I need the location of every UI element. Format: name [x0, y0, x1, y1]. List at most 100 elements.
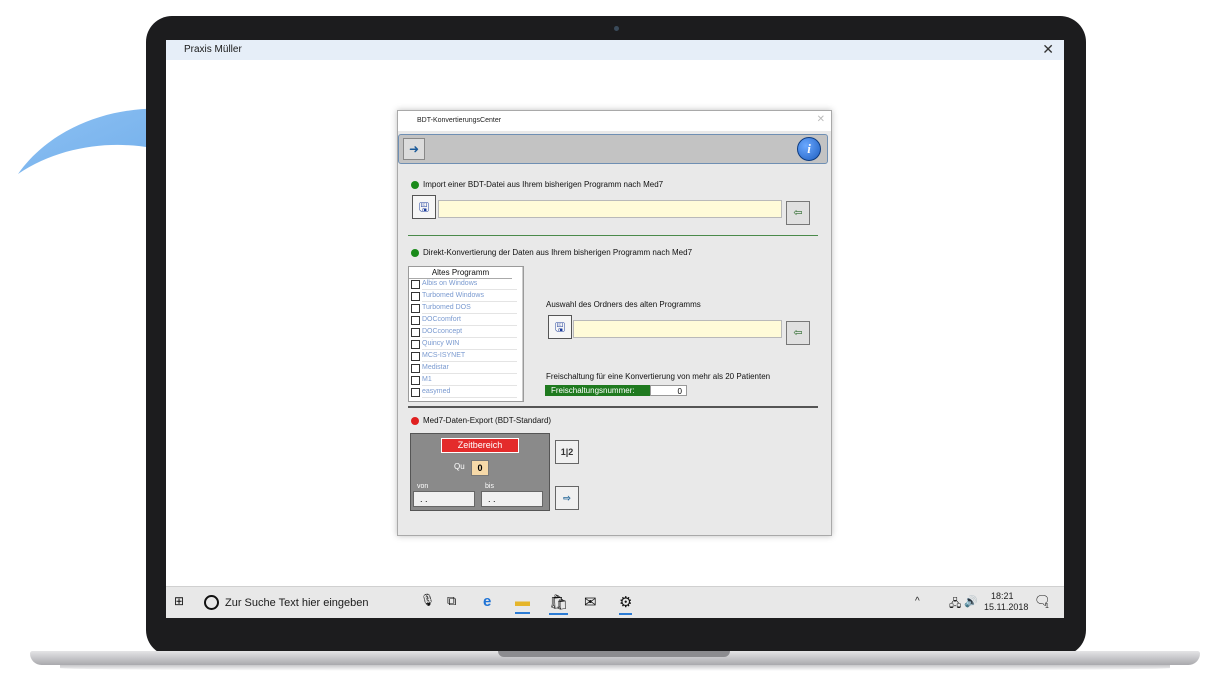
- edge-browser-icon[interactable]: e: [483, 593, 491, 610]
- folder-select-button[interactable]: 🖫: [548, 315, 572, 339]
- unlock-label: Freischaltung für eine Konvertierung von…: [546, 372, 771, 381]
- list-item[interactable]: Albis on Windows: [409, 279, 522, 290]
- list-item[interactable]: Quincy WIN: [409, 339, 522, 350]
- export-heading: Med7-Daten-Export (BDT-Standard): [423, 416, 552, 425]
- import-start-button[interactable]: ⇦: [786, 201, 810, 225]
- floppy-disk-icon: 🖫: [554, 320, 566, 334]
- program-name: MCS-ISYNET: [422, 351, 517, 362]
- quarter-field[interactable]: 0: [471, 460, 489, 476]
- section-divider-dark: [408, 406, 818, 408]
- list-item[interactable]: Medistar: [409, 363, 522, 374]
- list-item[interactable]: DOCconcept: [409, 327, 522, 338]
- import-arrow-icon: ⇦: [793, 207, 803, 219]
- camera: [614, 26, 619, 31]
- list-scrollbar[interactable]: ▲ ▼: [522, 267, 524, 401]
- info-button[interactable]: i: [797, 137, 821, 161]
- task-view-icon[interactable]: ⧉: [447, 593, 456, 609]
- mail-icon[interactable]: ✉: [584, 593, 597, 611]
- program-checkbox[interactable]: [411, 388, 420, 397]
- program-name: Albis on Windows: [422, 279, 517, 290]
- tray-show-hidden-icon[interactable]: ^: [915, 596, 920, 607]
- dialog-title-bar: BDT-KonvertierungsCenter ✕: [398, 111, 831, 131]
- program-checkbox[interactable]: [411, 328, 420, 337]
- store-icon[interactable]: 🛍: [549, 593, 569, 615]
- folder-field[interactable]: [573, 320, 782, 338]
- clock-date[interactable]: 15.11.2018: [984, 602, 1028, 612]
- taskbar-search-input[interactable]: Zur Suche Text hier eingeben: [225, 597, 369, 609]
- list-item[interactable]: Turbomed Windows: [409, 291, 522, 302]
- dialog-toolbar: ➜ i: [398, 134, 828, 164]
- export-range-panel: Zeitbereich Qu 0 von bis . . . .: [410, 433, 550, 511]
- unlock-number-field[interactable]: 0: [650, 385, 687, 396]
- program-checkbox[interactable]: [411, 316, 420, 325]
- list-item[interactable]: MCS-ISYNET: [409, 351, 522, 362]
- import-file-button[interactable]: 🖫: [412, 195, 436, 219]
- network-icon[interactable]: 🖧: [949, 595, 961, 614]
- sort-order-button[interactable]: 1|2: [555, 440, 579, 464]
- to-label: bis: [485, 483, 494, 490]
- list-header: Altes Programm: [409, 267, 512, 279]
- list-item[interactable]: easymed: [409, 387, 522, 398]
- folder-label: Auswahl des Ordners des alten Programms: [546, 300, 701, 309]
- list-item[interactable]: DOCcomfort: [409, 315, 522, 326]
- list-item[interactable]: M1: [409, 375, 522, 386]
- program-name: Turbomed DOS: [422, 303, 517, 314]
- program-name: Turbomed Windows: [422, 291, 517, 302]
- window-title: Praxis Müller: [184, 44, 242, 55]
- scroll-down-icon[interactable]: ▼: [523, 390, 524, 397]
- cortana-icon[interactable]: [204, 595, 219, 610]
- direct-status-dot: [411, 249, 419, 257]
- program-checkbox[interactable]: [411, 292, 420, 301]
- from-label: von: [417, 483, 429, 490]
- program-name: DOCcomfort: [422, 315, 517, 326]
- sort-numbers-icon: 1|2: [560, 447, 574, 457]
- export-arrow-icon: ⇨: [563, 493, 571, 503]
- zeitbereich-button[interactable]: Zeitbereich: [441, 438, 519, 453]
- program-checkbox[interactable]: [411, 364, 420, 373]
- export-start-button[interactable]: ⇨: [555, 486, 579, 510]
- direct-heading: Direkt-Konvertierung der Daten aus Ihrem…: [423, 248, 693, 257]
- program-name: DOCconcept: [422, 327, 517, 338]
- settings-gear-icon[interactable]: ⚙: [619, 593, 633, 615]
- windows-start-icon[interactable]: ⊞: [174, 594, 184, 608]
- screen: Praxis Müller ✕ BDT-KonvertierungsCenter…: [166, 40, 1064, 618]
- section-divider: [408, 235, 818, 236]
- folder-import-button[interactable]: ⇦: [786, 321, 810, 345]
- laptop-base-notch: [498, 651, 730, 657]
- program-name: easymed: [422, 387, 517, 398]
- import-file-field[interactable]: [438, 200, 782, 218]
- program-checkbox[interactable]: [411, 280, 420, 289]
- microphone-icon[interactable]: 🎙: [420, 593, 435, 607]
- volume-icon[interactable]: 🔊: [964, 595, 978, 608]
- window-close-button[interactable]: ✕: [1042, 41, 1054, 58]
- import-status-dot: [411, 181, 419, 189]
- bdt-dialog: BDT-KonvertierungsCenter ✕ ➜ i Import ei…: [397, 110, 832, 536]
- program-checkbox[interactable]: [411, 304, 420, 313]
- list-item[interactable]: Turbomed DOS: [409, 303, 522, 314]
- notification-count: 1: [1045, 603, 1049, 610]
- file-explorer-icon[interactable]: ▬: [515, 593, 530, 614]
- old-program-list[interactable]: Altes Programm Albis on Windows Turbomed …: [408, 266, 524, 402]
- program-name: Medistar: [422, 363, 517, 374]
- laptop-shadow: [60, 665, 1170, 671]
- program-checkbox[interactable]: [411, 376, 420, 385]
- export-status-dot: [411, 417, 419, 425]
- program-checkbox[interactable]: [411, 340, 420, 349]
- from-date-field[interactable]: . .: [413, 491, 475, 507]
- program-name: M1: [422, 375, 517, 386]
- program-checkbox[interactable]: [411, 352, 420, 361]
- exit-button[interactable]: ➜: [403, 138, 425, 160]
- quarter-label: Qu: [454, 462, 465, 471]
- unlock-number-label: Freischaltungsnummer:: [545, 385, 650, 396]
- dialog-title: BDT-KonvertierungsCenter: [417, 117, 502, 124]
- scroll-up-icon[interactable]: ▲: [523, 267, 524, 274]
- clock-time[interactable]: 18:21: [991, 591, 1014, 601]
- exit-door-icon: ➜: [408, 142, 420, 156]
- program-name: Quincy WIN: [422, 339, 517, 350]
- taskbar: ⊞ Zur Suche Text hier eingeben 🎙 ⧉ e ▬ 🛍…: [166, 586, 1064, 618]
- to-date-field[interactable]: . .: [481, 491, 543, 507]
- import-heading: Import einer BDT-Datei aus Ihrem bisheri…: [423, 180, 664, 189]
- window-title-bar: Praxis Müller ✕: [166, 40, 1064, 60]
- dialog-close-button[interactable]: ✕: [817, 114, 825, 125]
- floppy-disk-icon: 🖫: [418, 200, 430, 214]
